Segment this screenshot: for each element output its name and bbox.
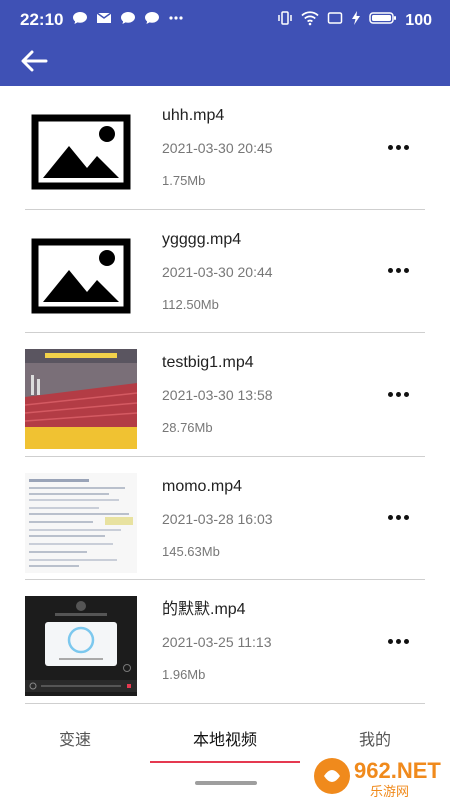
more-notifications-icon <box>168 10 184 31</box>
video-name: 的默默.mp4 <box>162 601 246 618</box>
video-info: testbig1.mp4 2021-03-30 13:58 28.76Mb <box>162 353 273 437</box>
video-size: 112.50Mb <box>162 296 219 312</box>
tab-local-videos[interactable]: 本地视频 <box>150 712 300 764</box>
watermark-logo: 962.NET 乐游网 <box>310 748 450 800</box>
video-date: 2021-03-30 20:45 <box>162 140 273 156</box>
svg-text:乐游网: 乐游网 <box>370 785 409 800</box>
status-time: 22:10 <box>20 10 64 29</box>
image-placeholder-icon <box>25 225 137 326</box>
more-options-button[interactable] <box>380 381 416 407</box>
video-size: 145.63Mb <box>162 543 220 559</box>
video-info: ygggg.mp4 2021-03-30 20:44 112.50Mb <box>162 230 273 314</box>
video-name: uhh.mp4 <box>162 107 225 124</box>
video-info: uhh.mp4 2021-03-30 20:45 1.75Mb <box>162 106 273 190</box>
video-name: ygggg.mp4 <box>162 230 242 248</box>
video-thumbnail <box>25 596 137 696</box>
video-size: 1.75Mb <box>162 173 206 188</box>
video-date: 2021-03-30 20:44 <box>162 263 273 280</box>
video-size: 1.96Mb <box>162 667 206 682</box>
video-item[interactable]: ygggg.mp4 2021-03-30 20:44 112.50Mb <box>0 210 450 333</box>
video-item[interactable]: uhh.mp4 2021-03-30 20:45 1.75Mb <box>0 86 450 210</box>
video-item[interactable]: testbig1.mp4 2021-03-30 13:58 28.76Mb <box>0 333 450 457</box>
video-list: uhh.mp4 2021-03-30 20:45 1.75Mb ygggg.mp… <box>0 86 450 704</box>
chat-bubble-icon <box>72 10 88 31</box>
video-date: 2021-03-28 16:03 <box>162 510 273 527</box>
video-item[interactable]: momo.mp4 2021-03-28 16:03 145.63Mb <box>0 457 450 580</box>
video-thumbnail <box>25 472 137 573</box>
chat-bubble-icon <box>120 10 136 31</box>
video-name: momo.mp4 <box>162 477 243 495</box>
notification-icons <box>72 10 184 31</box>
charging-icon <box>351 10 361 31</box>
arrow-left-icon <box>20 50 48 77</box>
video-name: testbig1.mp4 <box>162 354 254 371</box>
video-date: 2021-03-25 11:13 <box>162 634 272 650</box>
more-options-button[interactable] <box>380 505 416 531</box>
more-options-button[interactable] <box>380 258 416 284</box>
video-info: 的默默.mp4 2021-03-25 11:13 1.96Mb <box>162 600 272 684</box>
app-bar <box>0 40 450 86</box>
battery-level: 100 <box>405 11 432 29</box>
wifi-icon <box>301 10 319 31</box>
divider <box>25 702 425 704</box>
image-placeholder-icon <box>25 102 137 202</box>
video-thumbnail <box>25 349 137 449</box>
back-button[interactable] <box>20 49 56 77</box>
more-options-button[interactable] <box>380 134 416 160</box>
status-bar: 22:10 100 <box>0 0 450 40</box>
battery-icon <box>369 10 397 31</box>
mail-icon <box>96 10 112 31</box>
screen-cast-icon <box>327 10 343 31</box>
svg-text:962.NET: 962.NET <box>354 758 441 783</box>
video-info: momo.mp4 2021-03-28 16:03 145.63Mb <box>162 477 273 561</box>
active-tab-indicator <box>150 761 300 763</box>
video-item[interactable]: 的默默.mp4 2021-03-25 11:13 1.96Mb <box>0 580 450 704</box>
system-icons: 100 <box>277 10 432 31</box>
home-indicator[interactable] <box>195 781 257 785</box>
more-options-button[interactable] <box>380 628 416 654</box>
vibrate-icon <box>277 10 293 31</box>
chat-bubble-icon <box>144 10 160 31</box>
tab-speed[interactable]: 变速 <box>0 712 150 764</box>
video-size: 28.76Mb <box>162 420 213 435</box>
video-date: 2021-03-30 13:58 <box>162 387 273 403</box>
